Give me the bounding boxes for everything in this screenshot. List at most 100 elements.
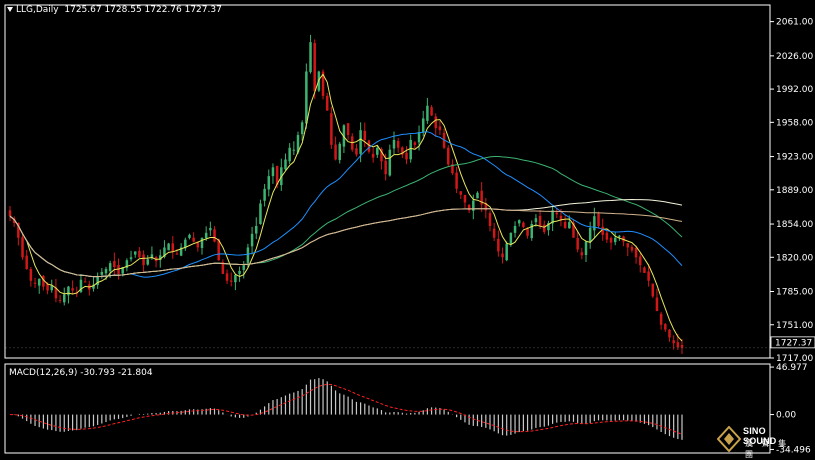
axes: 2061.00 2026.00 1992.00 1958.00 1923.00 1889.… [4, 4, 815, 455]
candle-body [639, 256, 642, 266]
candle-body [200, 237, 204, 249]
last-price-label: 1727.37 [775, 338, 812, 348]
candle-body [392, 139, 396, 149]
candle-body [267, 176, 271, 190]
macd-header: MACD(12,26,9) -30.793 -21.804 [9, 368, 153, 378]
candle-body [213, 229, 216, 242]
price-chart: 2061.00 2026.00 1992.00 1958.00 1923.00 1889.… [4, 4, 815, 455]
candle-body [255, 225, 258, 234]
price-tick-label: 1889.00 [776, 186, 813, 196]
candle-body [330, 113, 333, 145]
candle-body [647, 271, 650, 281]
candle-body [46, 283, 49, 291]
candle-body [426, 105, 429, 121]
candle-body [455, 172, 458, 189]
candle-body [325, 95, 329, 111]
candle-body [668, 329, 671, 338]
price-tick-label: 1923.00 [776, 153, 813, 163]
candle-body [259, 203, 262, 225]
price-tick-label: 1958.00 [776, 118, 813, 128]
candle-body [634, 247, 638, 258]
candle-body [292, 149, 296, 151]
candle-body [167, 243, 170, 251]
candle-body [492, 228, 496, 238]
dropdown-arrow-icon[interactable] [7, 7, 13, 12]
candle-body [597, 213, 600, 226]
candle-body [146, 259, 149, 265]
macd-tick-label: 46.977 [776, 363, 808, 373]
candle-body [63, 294, 66, 303]
candle-body [664, 324, 667, 330]
candle-body [367, 140, 371, 152]
candle-body [534, 218, 538, 223]
watermark-logo: SINO SOUND 漢 聲 集 團 [717, 424, 795, 459]
candle-body [643, 267, 646, 273]
candle-body [234, 274, 237, 283]
candle-body [104, 269, 108, 274]
candle-body [113, 261, 116, 268]
candle-body [459, 191, 463, 195]
price-tick-label: 1751.00 [776, 321, 813, 331]
candle-body [305, 71, 308, 124]
candle-body [430, 107, 433, 116]
candle-body [409, 139, 412, 160]
watermark-sub: 漢 聲 集 團 [745, 439, 790, 459]
candle-body [609, 237, 613, 243]
candle-body [29, 269, 33, 281]
candle-body [501, 253, 504, 258]
candle-body [138, 250, 141, 258]
candle-body [488, 213, 492, 226]
candle-body [438, 126, 442, 131]
candle-body [568, 222, 571, 229]
candle-body [593, 216, 596, 231]
candle-body [175, 253, 179, 255]
candle-body [355, 148, 358, 155]
macd-label: MACD(12,26,9) [9, 368, 78, 378]
candle-body [363, 130, 367, 140]
candle-body [263, 188, 266, 201]
candle-body [250, 233, 254, 247]
candle-body [225, 273, 229, 281]
candle-body [67, 286, 70, 296]
candle-body [497, 238, 500, 252]
macd-tick-label: 0.00 [776, 411, 796, 421]
candle-body [192, 237, 195, 242]
candle-body [334, 144, 337, 160]
candle-body [626, 243, 629, 248]
candle-body [509, 232, 513, 245]
main-frame [4, 4, 771, 359]
candle-body [242, 265, 245, 270]
candle-body [133, 251, 137, 255]
candle-body [538, 215, 542, 226]
price-tick-label: 1854.00 [776, 220, 813, 230]
chart-header: LLG,Daily 1725.67 1728.55 1722.76 1727.3… [7, 5, 222, 15]
candle-body [33, 282, 37, 284]
candle-body [25, 255, 28, 270]
candle-body [659, 313, 663, 325]
candle-body [209, 227, 212, 231]
price-tick-label: 1820.00 [776, 253, 813, 263]
candle-body [672, 340, 675, 344]
candle-body [588, 227, 592, 243]
candle-body [517, 220, 521, 224]
candle-body [142, 254, 145, 266]
candle-body [309, 42, 312, 73]
candle-body [371, 153, 375, 158]
candle-body [434, 116, 437, 129]
candle-body [405, 152, 408, 160]
candle-body [246, 247, 250, 263]
candle-body [463, 194, 467, 203]
price-tick-label: 1992.00 [776, 85, 813, 95]
moving-average-line [9, 73, 683, 342]
candle-body [384, 160, 387, 175]
candle-body [396, 140, 400, 148]
candle-body [229, 280, 233, 282]
ohlc-values: 1725.67 1728.55 1722.76 1727.37 [64, 5, 222, 15]
macd-signal-line [9, 383, 683, 435]
candle-body [100, 271, 104, 275]
candle-body [300, 122, 304, 135]
candle-body [271, 167, 275, 177]
candle-body [171, 243, 175, 252]
candle-body [513, 225, 517, 233]
candle-body [618, 235, 621, 237]
